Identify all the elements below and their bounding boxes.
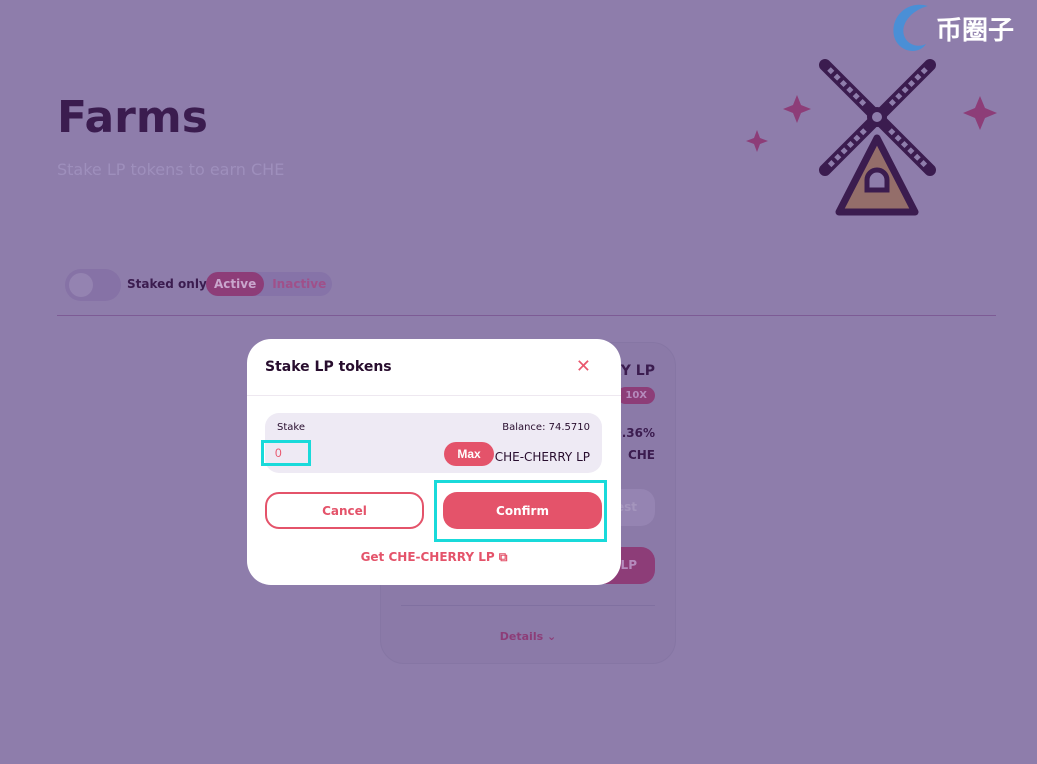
external-link-icon: ⧉ bbox=[498, 550, 508, 564]
page-subtitle: Stake LP tokens to earn CHE bbox=[57, 160, 285, 179]
card-divider bbox=[401, 605, 655, 606]
page-title: Farms bbox=[57, 92, 208, 143]
windmill-illustration bbox=[746, 59, 997, 216]
stake-input-box: Stake Balance: 74.5710 Max CHE-CHERRY LP bbox=[261, 413, 602, 473]
multiplier-badge: 10X bbox=[617, 387, 655, 404]
stake-label: Stake bbox=[277, 422, 305, 433]
modal-title: Stake LP tokens bbox=[265, 359, 392, 375]
confirm-button[interactable]: Confirm bbox=[443, 492, 602, 529]
token-symbol: CHE-CHERRY LP bbox=[494, 450, 590, 464]
toggle-knob bbox=[69, 273, 93, 297]
divider bbox=[57, 315, 996, 316]
details-toggle[interactable]: Details ⌄ bbox=[381, 630, 675, 643]
max-button[interactable]: Max bbox=[444, 442, 494, 466]
balance-text: Balance: 74.5710 bbox=[502, 422, 590, 433]
tab-inactive[interactable]: Inactive bbox=[264, 272, 334, 296]
close-icon[interactable]: ✕ bbox=[576, 356, 591, 377]
cancel-button[interactable]: Cancel bbox=[265, 492, 424, 529]
staked-only-label: Staked only bbox=[127, 277, 207, 291]
stake-amount-input[interactable] bbox=[261, 440, 311, 466]
stake-modal: Stake LP tokens ✕ Stake Balance: 74.5710… bbox=[247, 339, 621, 585]
get-lp-link[interactable]: Get CHE-CHERRY LP ⧉ bbox=[247, 550, 621, 565]
modal-header: Stake LP tokens ✕ bbox=[247, 339, 621, 396]
watermark-logo: 币圈子 bbox=[888, 0, 1014, 56]
earn-token: CHE bbox=[627, 448, 655, 462]
tab-active[interactable]: Active bbox=[206, 272, 265, 296]
active-inactive-switch: Active Inactive bbox=[206, 272, 332, 296]
staked-only-toggle[interactable] bbox=[65, 269, 121, 301]
